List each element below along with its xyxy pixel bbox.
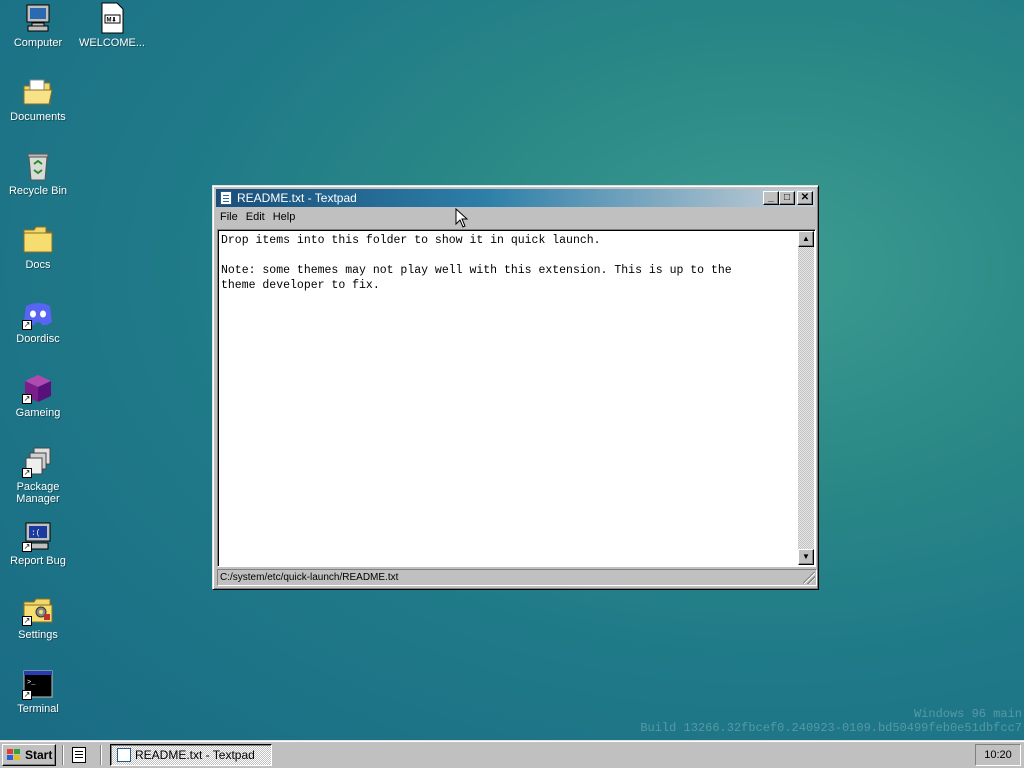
markdown-file-icon: M⬇ <box>96 2 128 34</box>
desktop-icon-recycle-bin[interactable]: Recycle Bin <box>2 150 74 197</box>
svg-text::(: :( <box>31 529 41 538</box>
desktop-icon-docs[interactable]: Docs <box>2 224 74 271</box>
textpad-window[interactable]: README.txt - Textpad _ □ ✕ File Edit Help … <box>212 185 819 590</box>
window-title: README.txt - Textpad <box>237 191 357 205</box>
status-bar: C:/system/etc/quick-launch/README.txt <box>217 569 817 586</box>
desktop-icon-label: Computer <box>13 37 63 49</box>
game-cube-icon: ↗ <box>22 372 54 404</box>
desktop-icon-welcome[interactable]: M⬇ WELCOME... <box>76 2 148 49</box>
quick-launch-textpad-icon[interactable] <box>72 747 86 763</box>
desktop-icon-label: Settings <box>18 629 58 641</box>
shortcut-arrow-icon: ↗ <box>22 320 32 330</box>
maximize-button[interactable]: □ <box>779 191 795 205</box>
documents-folder-icon <box>22 76 54 108</box>
clock-time: 10:20 <box>984 749 1012 761</box>
mouse-cursor-icon <box>455 208 469 228</box>
shortcut-arrow-icon: ↗ <box>22 690 32 700</box>
textpad-app-icon <box>220 191 232 205</box>
desktop-icon-label: WELCOME... <box>78 37 145 49</box>
taskbar-button-label: README.txt - Textpad <box>135 748 255 762</box>
editor-content[interactable]: Drop items into this folder to show it i… <box>221 233 795 564</box>
desktop-icon-label: Gameing <box>15 407 61 419</box>
computer-icon <box>22 2 54 34</box>
desktop-icon-label: Doordisc <box>16 333 60 345</box>
svg-text:M⬇: M⬇ <box>107 17 117 24</box>
desktop-icon-report-bug[interactable]: :( ↗ Report Bug <box>2 520 74 567</box>
scroll-up-button[interactable]: ▲ <box>798 231 814 247</box>
menu-file[interactable]: File <box>216 208 242 226</box>
taskbar-button-textpad[interactable]: README.txt - Textpad <box>110 744 272 766</box>
textpad-app-icon <box>117 748 131 762</box>
system-tray-clock[interactable]: 10:20 <box>975 744 1021 766</box>
recycle-bin-icon <box>22 150 54 182</box>
resize-grip-icon[interactable] <box>803 572 815 584</box>
desktop-icon-label: Report Bug <box>10 555 66 567</box>
close-icon: ✕ <box>800 192 810 203</box>
quick-launch-separator <box>100 745 102 765</box>
desktop-icon-label: Terminal <box>17 703 59 715</box>
desktop-icon-label: Documents <box>10 111 66 123</box>
shortcut-arrow-icon: ↗ <box>22 616 32 626</box>
desktop-icon-settings[interactable]: ↗ Settings <box>2 594 74 641</box>
window-titlebar[interactable]: README.txt - Textpad _ □ ✕ <box>216 189 815 207</box>
folder-icon <box>22 224 54 256</box>
discord-icon: ↗ <box>22 298 54 330</box>
desktop-icon-label: Docs <box>25 259 51 271</box>
arrow-up-icon: ▲ <box>802 234 810 243</box>
shortcut-arrow-icon: ↗ <box>22 394 32 404</box>
shortcut-arrow-icon: ↗ <box>22 542 32 552</box>
watermark-build: Build 13266.32fbcef0.240923-0109.bd50499… <box>640 721 1022 735</box>
arrow-down-icon: ▼ <box>802 552 810 561</box>
desktop-icon-documents[interactable]: Documents <box>2 76 74 123</box>
menu-help[interactable]: Help <box>269 208 300 226</box>
desktop-icon-doordisc[interactable]: ↗ Doordisc <box>2 298 74 345</box>
start-logo-icon <box>7 749 20 760</box>
shortcut-arrow-icon: ↗ <box>22 468 32 478</box>
quick-launch-separator <box>62 745 64 765</box>
vertical-scrollbar[interactable]: ▲ ▼ <box>798 231 814 565</box>
settings-folder-icon: ↗ <box>22 594 54 626</box>
desktop-icon-computer[interactable]: Computer <box>2 2 74 49</box>
minimize-button[interactable]: _ <box>763 191 779 205</box>
watermark-os-name: Windows 96 main <box>913 707 1022 721</box>
minimize-icon: _ <box>768 192 774 203</box>
desktop-icon-package-manager[interactable]: ↗ Package Manager <box>2 446 74 505</box>
text-editor[interactable]: Drop items into this folder to show it i… <box>217 229 816 567</box>
taskbar: Start README.txt - Textpad 10:20 <box>0 740 1024 768</box>
start-label: Start <box>25 748 53 762</box>
desktop-icon-label: Recycle Bin <box>8 185 68 197</box>
build-watermark: Windows 96 main Build 13266.32fbcef0.240… <box>640 707 1022 735</box>
menu-bar: File Edit Help <box>216 208 815 226</box>
report-bug-icon: :( ↗ <box>22 520 54 552</box>
package-manager-icon: ↗ <box>22 446 54 478</box>
start-button[interactable]: Start <box>2 744 56 766</box>
desktop-icon-terminal[interactable]: >_ ↗ Terminal <box>2 668 74 715</box>
svg-text:>_: >_ <box>27 679 36 687</box>
desktop-icon-label: Package Manager <box>16 481 60 505</box>
terminal-icon: >_ ↗ <box>22 668 54 700</box>
menu-edit[interactable]: Edit <box>242 208 269 226</box>
scroll-down-button[interactable]: ▼ <box>798 549 814 565</box>
close-button[interactable]: ✕ <box>797 191 813 205</box>
desktop-icon-gameing[interactable]: ↗ Gameing <box>2 372 74 419</box>
status-path: C:/system/etc/quick-launch/README.txt <box>220 572 399 583</box>
maximize-icon: □ <box>783 192 791 203</box>
